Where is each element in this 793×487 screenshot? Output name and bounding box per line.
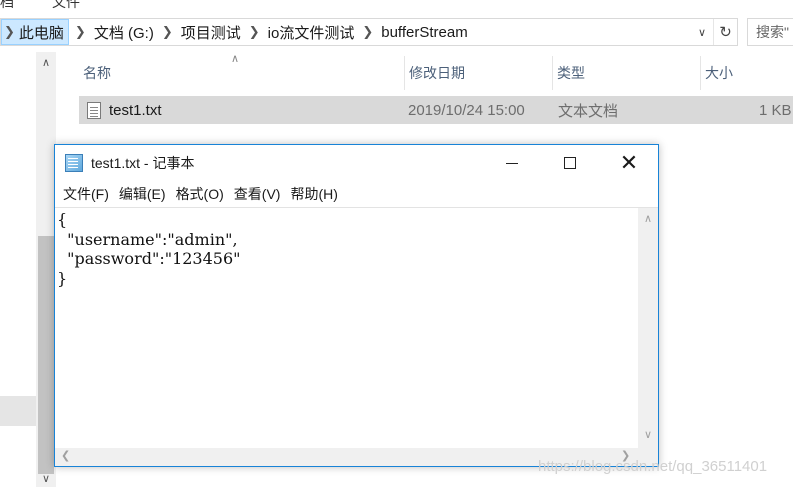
chevron-right-icon[interactable]: ❯ bbox=[356, 19, 379, 45]
nav-selected-item[interactable] bbox=[0, 396, 36, 426]
file-row[interactable]: test1.txt 2019/10/24 15:00 文本文档 1 KB bbox=[79, 96, 793, 124]
refresh-icon[interactable]: ↻ bbox=[713, 19, 737, 45]
file-type: 文本文档 bbox=[558, 102, 619, 120]
minimize-icon bbox=[506, 162, 518, 164]
breadcrumb-item-project[interactable]: 项目测试 bbox=[179, 19, 243, 45]
notepad-window[interactable]: test1.txt - 记事本 ✕ 文件(F) 编辑(E) 格式(O) 查看(V… bbox=[54, 144, 659, 467]
column-label: 名称 bbox=[83, 65, 111, 81]
scrollbar-thumb[interactable] bbox=[38, 236, 54, 474]
column-headers: ∧ 名称 修改日期 类型 大小 bbox=[79, 53, 793, 90]
breadcrumb-label: 此电脑 bbox=[18, 24, 64, 42]
column-label: 类型 bbox=[557, 65, 585, 81]
top-fragment-1: 档 bbox=[0, 0, 14, 10]
file-name-cell[interactable]: test1.txt bbox=[87, 96, 162, 124]
chevron-down-icon[interactable]: ∨ bbox=[693, 19, 711, 45]
close-button[interactable]: ✕ bbox=[600, 145, 658, 181]
editor-text[interactable]: { "username":"admin", "password":"123456… bbox=[57, 210, 635, 446]
column-header-size[interactable]: 大小 bbox=[701, 56, 793, 90]
text-file-icon bbox=[87, 101, 101, 119]
chevron-right-icon[interactable]: ❯ bbox=[4, 20, 19, 44]
column-header-modified[interactable]: 修改日期 bbox=[405, 56, 553, 90]
menu-edit[interactable]: 编辑(E) bbox=[115, 184, 170, 204]
chevron-right-icon[interactable]: ❯ bbox=[69, 19, 92, 45]
file-modified: 2019/10/24 15:00 bbox=[408, 101, 525, 119]
notepad-editor[interactable]: { "username":"admin", "password":"123456… bbox=[55, 207, 658, 466]
breadcrumb-item-computer[interactable]: ❯ 此电脑 bbox=[1, 19, 69, 45]
scroll-down-icon[interactable]: ∨ bbox=[36, 472, 56, 485]
address-row: ❯ 此电脑 ❯ 文档 (G:) ❯ 项目测试 ❯ io流文件测试 ❯ buffe… bbox=[0, 16, 793, 48]
breadcrumb-label: bufferStream bbox=[381, 23, 468, 41]
column-header-type[interactable]: 类型 bbox=[553, 56, 701, 90]
breadcrumb-label: 文档 (G:) bbox=[93, 24, 154, 42]
address-bar[interactable]: ❯ 此电脑 ❯ 文档 (G:) ❯ 项目测试 ❯ io流文件测试 ❯ buffe… bbox=[0, 18, 738, 46]
menu-help[interactable]: 帮助(H) bbox=[286, 184, 341, 204]
search-placeholder: 搜索" bbox=[756, 24, 789, 40]
top-fragment-2: 文件 bbox=[52, 0, 80, 10]
column-label: 修改日期 bbox=[409, 65, 465, 81]
maximize-icon bbox=[564, 157, 576, 169]
watermark-text: https://blog.csdn.net/qq_36511401 bbox=[538, 458, 768, 475]
breadcrumb-item-drive[interactable]: 文档 (G:) bbox=[92, 19, 156, 45]
scroll-down-icon[interactable]: ∨ bbox=[638, 428, 658, 441]
breadcrumb-item-current[interactable]: bufferStream bbox=[379, 19, 469, 45]
menu-file[interactable]: 文件(F) bbox=[59, 184, 113, 204]
notepad-title-bar[interactable]: test1.txt - 记事本 ✕ bbox=[55, 145, 658, 181]
column-label: 大小 bbox=[705, 65, 733, 81]
menu-view[interactable]: 查看(V) bbox=[230, 184, 285, 204]
breadcrumb-label: 项目测试 bbox=[180, 24, 241, 42]
notepad-menu-bar: 文件(F) 编辑(E) 格式(O) 查看(V) 帮助(H) bbox=[55, 182, 658, 206]
scroll-up-icon[interactable]: ∧ bbox=[638, 212, 658, 225]
maximize-button[interactable] bbox=[541, 145, 599, 181]
notepad-title: test1.txt - 记事本 bbox=[91, 155, 195, 171]
minimize-button[interactable] bbox=[483, 145, 541, 181]
close-icon: ✕ bbox=[619, 150, 639, 176]
scroll-left-icon[interactable]: ❮ bbox=[61, 449, 70, 462]
menu-format[interactable]: 格式(O) bbox=[172, 184, 228, 204]
breadcrumb-label: io流文件测试 bbox=[267, 24, 355, 42]
file-name: test1.txt bbox=[109, 101, 162, 119]
column-header-name[interactable]: 名称 bbox=[79, 56, 405, 90]
breadcrumb-item-io[interactable]: io流文件测试 bbox=[266, 19, 357, 45]
scroll-up-icon[interactable]: ∧ bbox=[36, 56, 56, 69]
top-strip: 档 文件 bbox=[0, 0, 793, 14]
notepad-icon[interactable] bbox=[65, 154, 83, 172]
navigation-pane[interactable]: ∧ ∨ bbox=[0, 52, 56, 487]
vertical-scrollbar[interactable]: ∧ ∨ bbox=[638, 208, 658, 448]
file-size: 1 KB bbox=[759, 101, 792, 119]
nav-scrollbar[interactable]: ∧ ∨ bbox=[36, 52, 56, 487]
chevron-right-icon[interactable]: ❯ bbox=[156, 19, 179, 45]
chevron-right-icon[interactable]: ❯ bbox=[243, 19, 266, 45]
search-input[interactable]: 搜索" bbox=[747, 18, 793, 46]
